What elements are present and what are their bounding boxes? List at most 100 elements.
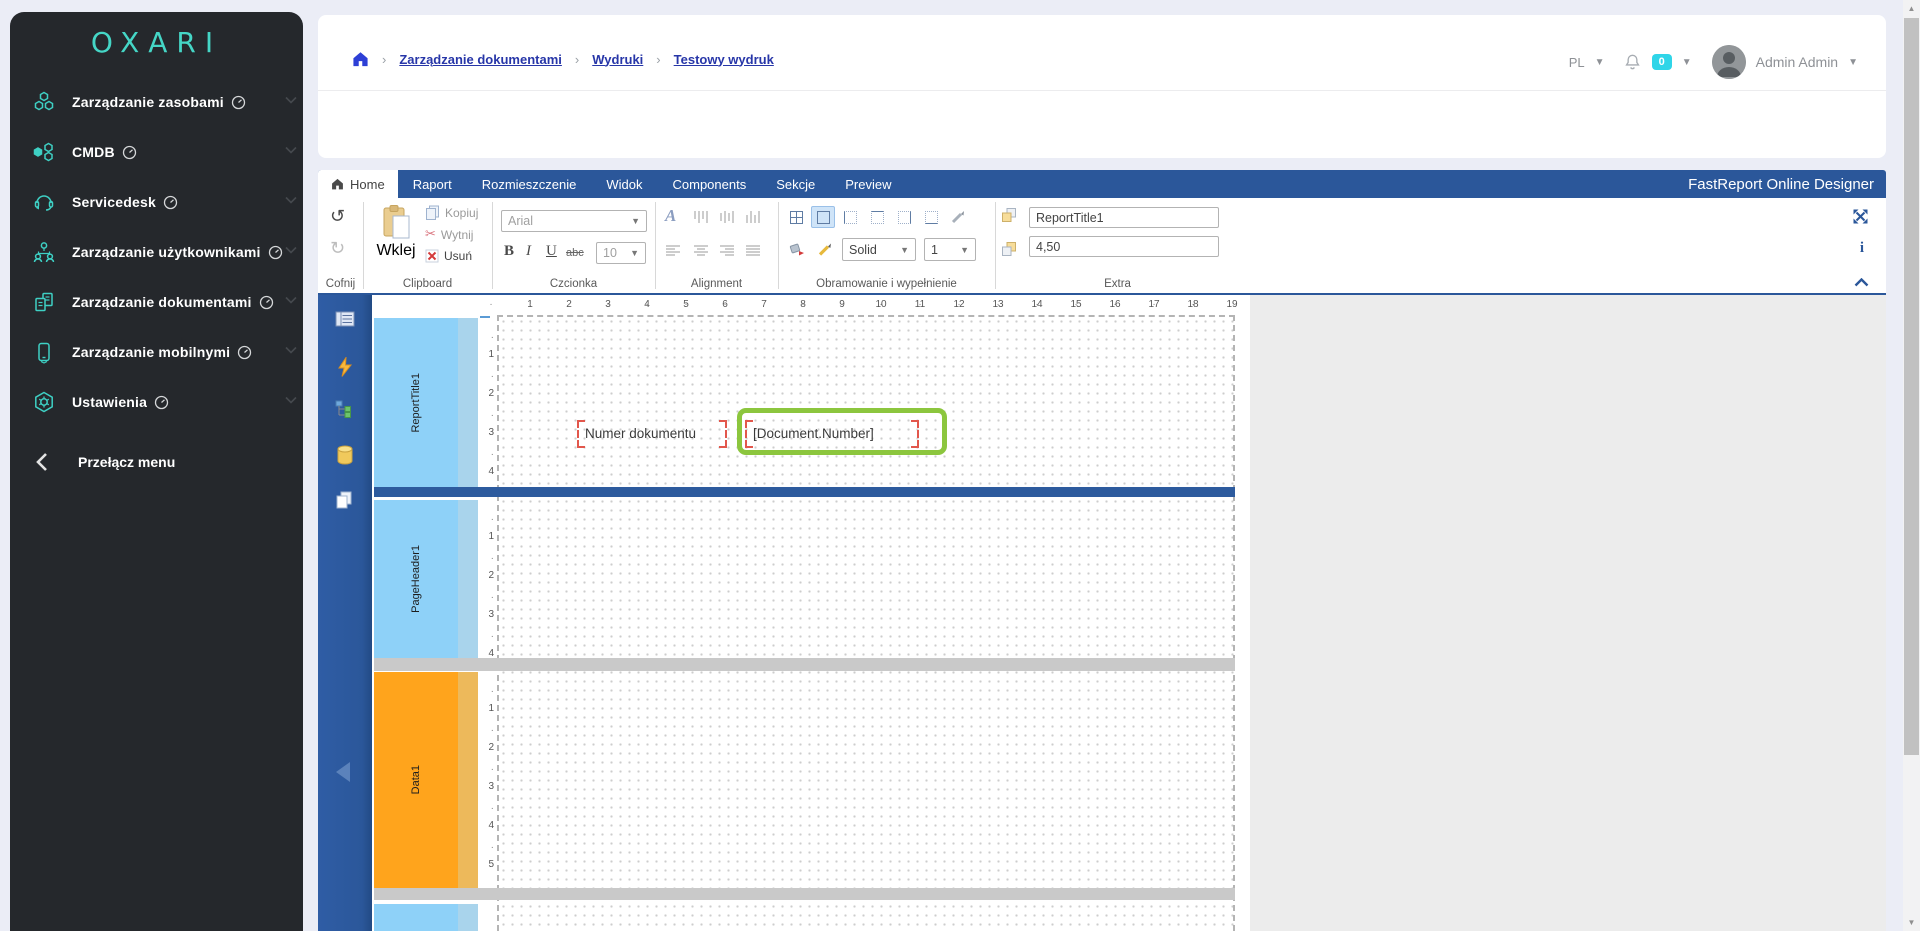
home-icon[interactable] — [352, 51, 369, 67]
band-header[interactable]: Data1 — [374, 672, 458, 888]
valign-top-button[interactable] — [693, 210, 709, 224]
band-resize-handle[interactable] — [374, 487, 1235, 497]
text-object-label[interactable]: Numer dokumentu — [578, 421, 726, 447]
band-report-title[interactable]: ReportTitle1 ·1·2·3·4 — [374, 318, 497, 487]
user-menu[interactable]: Admin Admin — [1756, 54, 1838, 70]
properties-icon[interactable] — [335, 311, 355, 327]
sidebar-item-uzytkownicy[interactable]: Zarządzanie użytkownikami — [10, 227, 303, 277]
delete-button[interactable]: Usuń — [425, 249, 472, 263]
paste-icon — [381, 204, 411, 240]
undo-button[interactable]: ↺ — [330, 206, 345, 227]
border-width-select[interactable]: 1 ▼ — [924, 238, 976, 261]
scroll-up-button[interactable]: ▲ — [1903, 0, 1920, 17]
user-caret-icon[interactable]: ▼ — [1848, 57, 1858, 68]
valign-middle-button[interactable] — [719, 210, 735, 224]
collapse-panel-arrow[interactable] — [332, 759, 356, 785]
align-justify-button[interactable] — [745, 244, 761, 258]
notification-badge[interactable]: 0 — [1652, 54, 1672, 70]
tab-sekcje[interactable]: Sekcje — [761, 170, 830, 198]
brush-button[interactable] — [812, 238, 836, 260]
tab-widok[interactable]: Widok — [591, 170, 657, 198]
text-object-field[interactable]: [Document.Number] — [746, 421, 918, 447]
cut-button[interactable]: ✂ Wytnij — [425, 227, 473, 242]
sidebar-item-servicedesk[interactable]: Servicedesk — [10, 177, 303, 227]
sidebar-item-ustawienia[interactable]: Ustawienia — [10, 377, 303, 427]
font-family-select[interactable]: Arial ▼ — [501, 210, 647, 232]
border-all-button[interactable] — [784, 206, 808, 228]
object-name-input[interactable] — [1029, 207, 1219, 228]
tab-components[interactable]: Components — [658, 170, 762, 198]
fill-color-button[interactable] — [784, 238, 808, 260]
border-outer-button[interactable] — [811, 206, 835, 228]
band-resize-handle[interactable] — [374, 658, 1235, 671]
bring-forward-button[interactable] — [1001, 207, 1017, 223]
report-designer: Home Raport Rozmieszczenie Widok Compone… — [318, 170, 1886, 931]
copies-icon[interactable] — [335, 491, 353, 509]
breadcrumb-link-wydruki[interactable]: Wydruki — [592, 52, 643, 67]
breadcrumb-link-dokumenty[interactable]: Zarządzanie dokumentami — [399, 52, 562, 67]
info-button[interactable]: i — [1860, 240, 1864, 257]
border-left-button[interactable] — [838, 206, 862, 228]
band-page-footer[interactable] — [374, 904, 497, 931]
breadcrumb-current[interactable]: Testowy wydruk — [674, 52, 774, 67]
band-header[interactable] — [374, 904, 458, 931]
events-icon[interactable] — [337, 357, 353, 377]
strikethrough-button[interactable]: abc — [566, 247, 584, 259]
border-top-button[interactable] — [865, 206, 889, 228]
data-icon[interactable] — [335, 445, 355, 465]
tab-raport[interactable]: Raport — [398, 170, 467, 198]
avatar[interactable] — [1712, 45, 1746, 79]
text-object-content: [Document.Number] — [753, 426, 874, 441]
chevron-down-icon: ▼ — [900, 245, 909, 255]
collapse-ribbon-button[interactable] — [1854, 274, 1869, 292]
band-data[interactable]: Data1 ·1·2·3·4·5 — [374, 672, 497, 888]
font-size-select[interactable]: 10 ▼ — [596, 242, 646, 264]
font-color-button[interactable]: A — [665, 206, 676, 226]
sidebar-item-mobilni[interactable]: Zarządzanie mobilnymi — [10, 327, 303, 377]
border-right-button[interactable] — [892, 206, 916, 228]
copy-button[interactable]: Kopiuj — [425, 205, 478, 220]
band-page-header[interactable]: PageHeader1 ·1·2·3·4 — [374, 500, 497, 658]
fullscreen-button[interactable] — [1853, 209, 1868, 229]
ruler-tick: 1 — [478, 703, 494, 714]
notification-caret-icon[interactable]: ▼ — [1682, 57, 1692, 68]
ruler-tick: 2 — [478, 570, 494, 581]
border-props-button[interactable] — [946, 206, 970, 228]
scrollbar-thumb[interactable] — [1904, 18, 1919, 755]
language-selector[interactable]: PL — [1569, 55, 1585, 70]
border-style-select[interactable]: Solid ▼ — [842, 238, 916, 261]
browser-scrollbar[interactable]: ▲ ▼ — [1903, 0, 1920, 931]
valign-bottom-button[interactable] — [745, 210, 761, 224]
band-header[interactable]: ReportTitle1 — [374, 318, 458, 487]
sidebar-item-zasoby[interactable]: Zarządzanie zasobami — [10, 77, 303, 127]
band-height-input[interactable] — [1029, 236, 1219, 257]
sidebar-item-dokumenty[interactable]: Zarządzanie dokumentami — [10, 277, 303, 327]
text-object-content: Numer dokumentu — [585, 426, 696, 441]
tab-rozmieszczenie[interactable]: Rozmieszczenie — [467, 170, 592, 198]
align-right-button[interactable] — [719, 244, 735, 258]
tab-preview[interactable]: Preview — [830, 170, 906, 198]
bold-button[interactable]: B — [504, 243, 514, 260]
send-backward-button[interactable] — [1001, 241, 1017, 257]
tab-home[interactable]: Home — [318, 170, 398, 198]
designer-side-toolbar — [318, 295, 372, 931]
bell-icon[interactable] — [1623, 52, 1642, 72]
paste-button[interactable]: Wklej — [373, 204, 419, 270]
language-caret-icon[interactable]: ▼ — [1595, 57, 1605, 68]
underline-button[interactable]: U — [546, 243, 557, 260]
align-center-button[interactable] — [693, 244, 709, 258]
align-left-button[interactable] — [665, 244, 681, 258]
gauge-icon — [268, 245, 283, 260]
report-tree-icon[interactable] — [335, 400, 352, 418]
scroll-down-button[interactable]: ▼ — [1903, 914, 1920, 931]
delete-label: Usuń — [444, 249, 472, 263]
sidebar-collapse-toggle[interactable]: Przełącz menu — [10, 439, 303, 485]
italic-button[interactable]: I — [526, 243, 531, 260]
band-resize-handle[interactable] — [374, 888, 1235, 900]
sidebar-item-cmdb[interactable]: CMDB — [10, 127, 303, 177]
border-bottom-button[interactable] — [919, 206, 943, 228]
report-canvas[interactable]: ·1·2·3·4·5·6·7·8·9·10·11·12·13·14·15·16·… — [372, 295, 1886, 931]
band-header[interactable]: PageHeader1 — [374, 500, 458, 658]
redo-button[interactable]: ↻ — [330, 238, 345, 259]
band-name: ReportTitle1 — [410, 373, 422, 433]
